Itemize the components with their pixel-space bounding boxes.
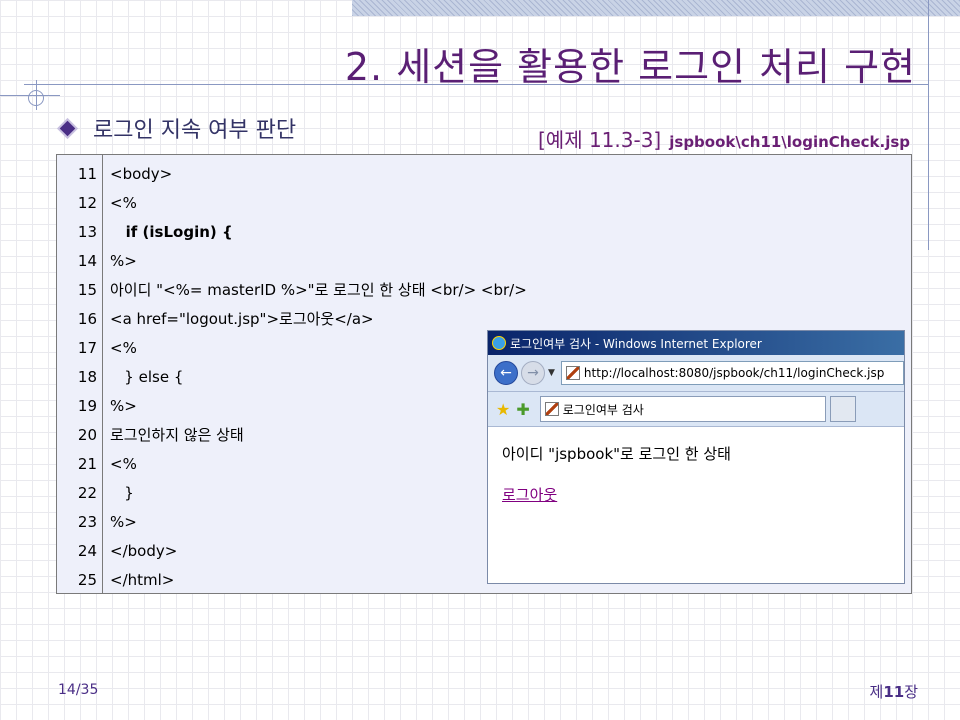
code-line: <% bbox=[110, 339, 137, 357]
browser-titlebar: 로그인여부 검사 - Windows Internet Explorer bbox=[488, 331, 904, 355]
line-number: 21 bbox=[77, 455, 97, 473]
tab-page-icon bbox=[544, 402, 559, 416]
bullet-item: 로그인 지속 여부 판단 bbox=[58, 112, 296, 144]
ie-logo-icon bbox=[492, 336, 506, 350]
code-line: %> bbox=[110, 513, 137, 531]
browser-window: 로그인여부 검사 - Windows Internet Explorer ← →… bbox=[487, 330, 905, 584]
slide-title: 2. 세션을 활용한 로그인 처리 구현 bbox=[344, 45, 916, 89]
code-listing: 11 <body> 12 <% 13 if (isLogin) { 14 %> 15 아이디 "… bbox=[56, 154, 912, 594]
browser-tab[interactable]: 로그인여부 검사 bbox=[539, 396, 826, 422]
code-line: <% bbox=[110, 455, 137, 473]
line-number: 23 bbox=[77, 513, 97, 531]
line-number: 17 bbox=[77, 339, 97, 357]
line-number: 14 bbox=[77, 252, 97, 270]
browser-tab-bar: ★ ✚ 로그인여부 검사 bbox=[488, 392, 904, 427]
code-line: <% bbox=[110, 194, 137, 212]
url-input[interactable]: http://localhost:8080/jspbook/ch11/login… bbox=[560, 361, 904, 385]
line-number: 18 bbox=[77, 368, 97, 386]
favorites-star-icon[interactable]: ★ bbox=[496, 400, 510, 419]
example-reference: [예제 11.3-3] jspbook\ch11\loginCheck.jsp bbox=[538, 124, 910, 153]
code-line: </body> bbox=[110, 542, 178, 560]
line-number: 13 bbox=[77, 223, 97, 241]
add-favorites-icon[interactable]: ✚ bbox=[516, 400, 529, 419]
code-line: 아이디 "<%= masterID %>"로 로그인 한 상태 <br/> <b… bbox=[110, 281, 527, 299]
browser-content: 아이디 "jspbook"로 로그인 한 상태 로그아웃 bbox=[488, 427, 904, 521]
code-line: %> bbox=[110, 252, 137, 270]
code-line: } else { bbox=[110, 368, 184, 386]
browser-address-bar: ← → ▼ http://localhost:8080/jspbook/ch11… bbox=[488, 355, 904, 392]
chapter-label: 제11장 bbox=[870, 681, 919, 702]
line-number: 12 bbox=[77, 194, 97, 212]
forward-arrow-icon[interactable]: → bbox=[521, 361, 545, 385]
code-line: </html> bbox=[110, 571, 175, 589]
diamond-bullet-icon bbox=[59, 120, 76, 136]
code-line: <a href="logout.jsp">로그아웃</a> bbox=[110, 310, 374, 328]
url-text: http://localhost:8080/jspbook/ch11/login… bbox=[583, 366, 885, 380]
line-number: 19 bbox=[77, 397, 97, 415]
example-path: jspbook\ch11\loginCheck.jsp bbox=[669, 133, 911, 151]
bullet-text: 로그인 지속 여부 판단 bbox=[93, 118, 297, 143]
chapter-suffix: 장 bbox=[904, 683, 918, 701]
example-label: [예제 11.3-3] bbox=[538, 128, 662, 152]
new-tab-button[interactable] bbox=[829, 396, 856, 422]
page-icon bbox=[565, 366, 580, 380]
history-dropdown-icon[interactable]: ▼ bbox=[548, 368, 555, 378]
login-status-text: 아이디 "jspbook"로 로그인 한 상태 bbox=[502, 445, 731, 463]
line-number: 15 bbox=[77, 281, 97, 299]
browser-window-title: 로그인여부 검사 - Windows Internet Explorer bbox=[510, 336, 762, 351]
decorative-circle bbox=[28, 90, 44, 106]
header-hatch-band bbox=[352, 0, 960, 16]
tab-title: 로그인여부 검사 bbox=[562, 402, 644, 417]
code-line: if (isLogin) { bbox=[110, 223, 233, 241]
line-number: 25 bbox=[77, 571, 97, 589]
line-number: 20 bbox=[77, 426, 97, 444]
chapter-number: 11 bbox=[883, 683, 905, 701]
decorative-vertical-line bbox=[928, 0, 929, 250]
chapter-prefix: 제 bbox=[869, 683, 884, 701]
line-number: 11 bbox=[77, 165, 97, 183]
code-line: <body> bbox=[110, 165, 173, 183]
logout-link[interactable]: 로그아웃 bbox=[502, 484, 557, 505]
back-arrow-icon[interactable]: ← bbox=[494, 361, 518, 385]
page-number: 14/35 bbox=[58, 682, 99, 698]
line-number: 16 bbox=[77, 310, 97, 328]
code-line: %> bbox=[110, 397, 137, 415]
code-line: } bbox=[110, 484, 134, 502]
line-number: 22 bbox=[77, 484, 97, 502]
line-number: 24 bbox=[77, 542, 97, 560]
code-line: 로그인하지 않은 상태 bbox=[110, 426, 244, 444]
